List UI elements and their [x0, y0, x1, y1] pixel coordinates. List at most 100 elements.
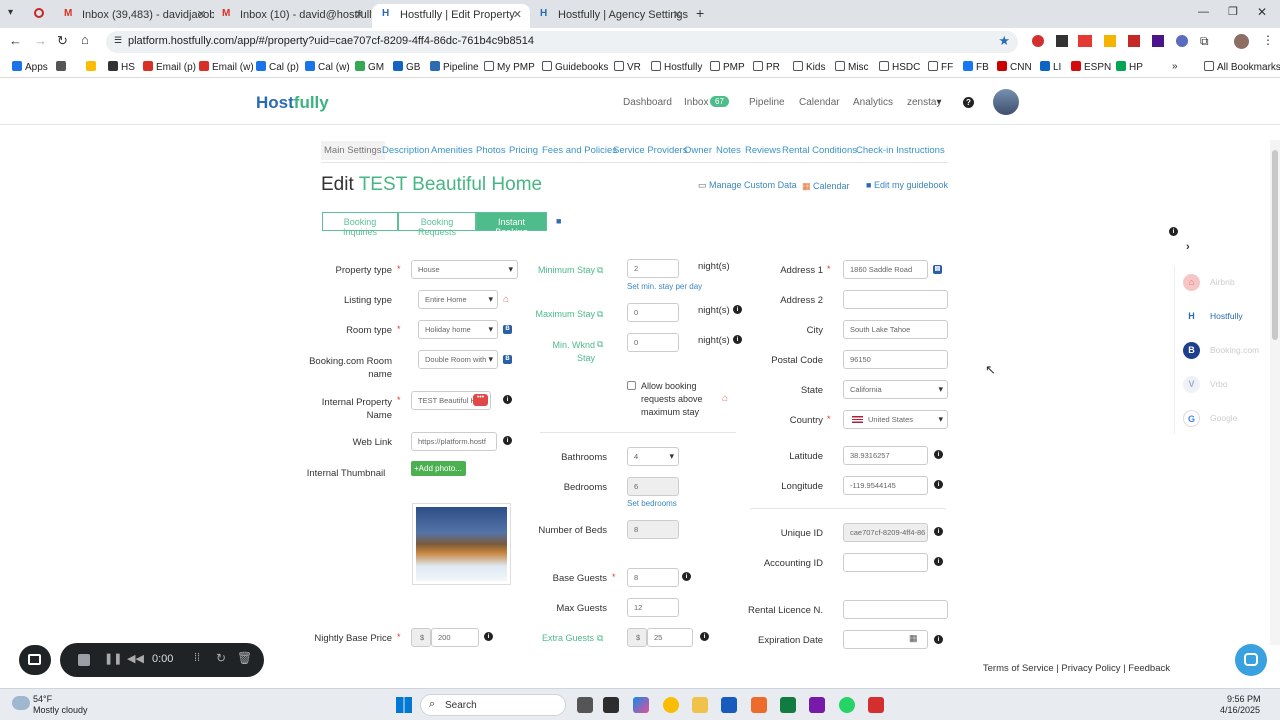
bookmark-item[interactable]: Misc: [835, 61, 869, 73]
bookmark-item[interactable]: FF: [928, 61, 953, 73]
bookmark-item[interactable]: PR: [753, 61, 780, 73]
bookmark-item[interactable]: [56, 61, 69, 73]
edit-guidebook-link[interactable]: ■ Edit my guidebook: [866, 180, 948, 190]
tab-photos[interactable]: Photos: [476, 145, 506, 156]
nav-pipeline[interactable]: Pipeline: [749, 97, 785, 108]
bookmark-item[interactable]: Hostfully: [651, 61, 702, 73]
feedback-link[interactable]: Feedback: [1128, 663, 1170, 674]
chevron-down-icon[interactable]: ▾: [937, 97, 941, 106]
bookmark-item[interactable]: LI: [1040, 61, 1061, 73]
info-icon[interactable]: i: [934, 557, 943, 566]
copilot-icon[interactable]: [633, 697, 649, 713]
bookmark-item[interactable]: [86, 61, 99, 73]
bookmark-item[interactable]: CNN: [997, 61, 1032, 73]
extra-guests-field[interactable]: 25: [647, 628, 693, 647]
window-close-icon[interactable]: ✕: [1257, 5, 1267, 19]
windows-start-icon[interactable]: [396, 697, 412, 713]
home-icon[interactable]: ⌂: [81, 32, 89, 47]
help-icon[interactable]: ?: [963, 97, 974, 108]
base-guests-field[interactable]: 8: [627, 568, 679, 587]
word-icon[interactable]: [721, 697, 737, 713]
info-icon[interactable]: i: [503, 436, 512, 445]
address1-field[interactable]: 1860 Saddle Road: [843, 260, 928, 279]
nav-inbox[interactable]: Inbox: [684, 97, 708, 108]
min-weekend-stay-field[interactable]: 0: [627, 333, 679, 352]
bookmark-item[interactable]: My PMP: [484, 61, 535, 73]
nightly-price-field[interactable]: 200: [431, 628, 479, 647]
record-icon[interactable]: [34, 8, 44, 18]
info-icon[interactable]: i: [733, 305, 742, 314]
chevron-right-icon[interactable]: ›: [1186, 241, 1190, 253]
grid-icon[interactable]: ⁞⁞: [194, 652, 200, 664]
privacy-link[interactable]: Privacy Policy: [1061, 663, 1120, 674]
bookmark-item[interactable]: Cal (p): [256, 61, 299, 73]
bookmark-item[interactable]: Guidebooks: [542, 61, 608, 73]
excel-icon[interactable]: [780, 697, 796, 713]
bookmark-item[interactable]: HP: [1116, 61, 1143, 73]
browser-menu-icon[interactable]: ⋮: [1262, 33, 1274, 47]
info-icon[interactable]: i: [934, 527, 943, 536]
info-icon[interactable]: i: [484, 632, 493, 641]
tab-notes[interactable]: Notes: [716, 145, 741, 156]
minimum-stay-field[interactable]: 2: [627, 259, 679, 278]
info-icon[interactable]: i: [682, 572, 691, 581]
manage-custom-data-link[interactable]: ▭ Manage Custom Data: [698, 180, 797, 191]
booking-inquiries-button[interactable]: Booking Inquiries: [322, 212, 398, 237]
bookmark-item[interactable]: Cal (w): [305, 61, 350, 73]
pause-icon[interactable]: ❚❚: [104, 652, 122, 665]
tab-check-in-instructions[interactable]: Check-in Instructions: [856, 145, 945, 156]
tab-main-settings[interactable]: Main Settings: [321, 141, 385, 160]
longitude-field[interactable]: -119.9544145: [843, 476, 928, 495]
bookmark-item[interactable]: ESPN: [1071, 61, 1111, 73]
booking-requests-button[interactable]: Booking Requests: [398, 212, 476, 237]
channel-google[interactable]: G Google: [1183, 410, 1237, 427]
info-icon[interactable]: i: [934, 480, 943, 489]
property-thumbnail[interactable]: [416, 507, 507, 581]
nav-dashboard[interactable]: Dashboard: [623, 97, 672, 108]
bookmark-item[interactable]: PMP: [710, 61, 745, 73]
tab-owner[interactable]: Owner: [684, 145, 712, 156]
nav-analytics[interactable]: Analytics: [853, 97, 893, 108]
new-tab-icon[interactable]: +: [696, 5, 704, 21]
add-photo-button[interactable]: +Add photo...: [411, 461, 466, 476]
extension-icon[interactable]: [1078, 35, 1092, 47]
extension-icon[interactable]: [1104, 35, 1116, 47]
tab-edit-property[interactable]: H Hostfully | Edit Property ✕: [372, 4, 530, 28]
maximize-icon[interactable]: ❐: [1228, 5, 1238, 18]
tab-list-icon[interactable]: ▾: [8, 7, 13, 18]
info-icon[interactable]: i: [503, 395, 512, 404]
close-icon[interactable]: ✕: [513, 8, 522, 21]
taskbar-search[interactable]: ⌕ Search: [420, 694, 566, 716]
room-type-select[interactable]: Holiday home: [418, 320, 498, 339]
recorder-camera-button[interactable]: [19, 645, 51, 675]
extension-icon[interactable]: [1056, 35, 1068, 47]
tab-gmail-work[interactable]: M Inbox (10) - david@hostfully.co ✕: [212, 4, 372, 28]
scrollbar-thumb[interactable]: [1272, 150, 1278, 340]
channel-vrbo[interactable]: V Vrbo: [1183, 376, 1228, 393]
site-info-icon[interactable]: ☰: [114, 35, 122, 46]
tab-fees-and-policies[interactable]: Fees and Policies: [542, 145, 617, 156]
tab-reviews[interactable]: Reviews: [745, 145, 781, 156]
bookmark-item[interactable]: GB: [393, 61, 420, 73]
avatar[interactable]: [993, 89, 1019, 115]
info-icon[interactable]: i: [934, 635, 943, 644]
hostfully-logo[interactable]: Hostfully: [256, 93, 329, 113]
minimize-icon[interactable]: —: [1198, 6, 1209, 18]
close-icon[interactable]: ✕: [197, 8, 206, 21]
max-guests-field[interactable]: 12: [627, 598, 679, 617]
extension-icon[interactable]: [1128, 35, 1140, 47]
country-select[interactable]: United States: [843, 410, 948, 429]
rewind-icon[interactable]: ◀◀: [127, 652, 144, 665]
channel-hostfully[interactable]: H Hostfully: [1183, 308, 1243, 325]
instant-booking-button[interactable]: Instant Booking: [476, 212, 547, 237]
weather-icon[interactable]: [12, 696, 30, 710]
bathrooms-select[interactable]: 4: [627, 447, 679, 466]
more-bookmarks-icon[interactable]: »: [1172, 61, 1178, 72]
close-icon[interactable]: ✕: [673, 8, 682, 21]
bookmark-star-icon[interactable]: ★: [998, 33, 1010, 49]
terms-link[interactable]: Terms of Service: [983, 663, 1054, 674]
info-icon[interactable]: i: [1169, 227, 1178, 236]
restart-icon[interactable]: ↻: [216, 651, 226, 665]
bookmark-item[interactable]: Apps: [12, 61, 48, 73]
extension-icon[interactable]: [1176, 35, 1188, 47]
